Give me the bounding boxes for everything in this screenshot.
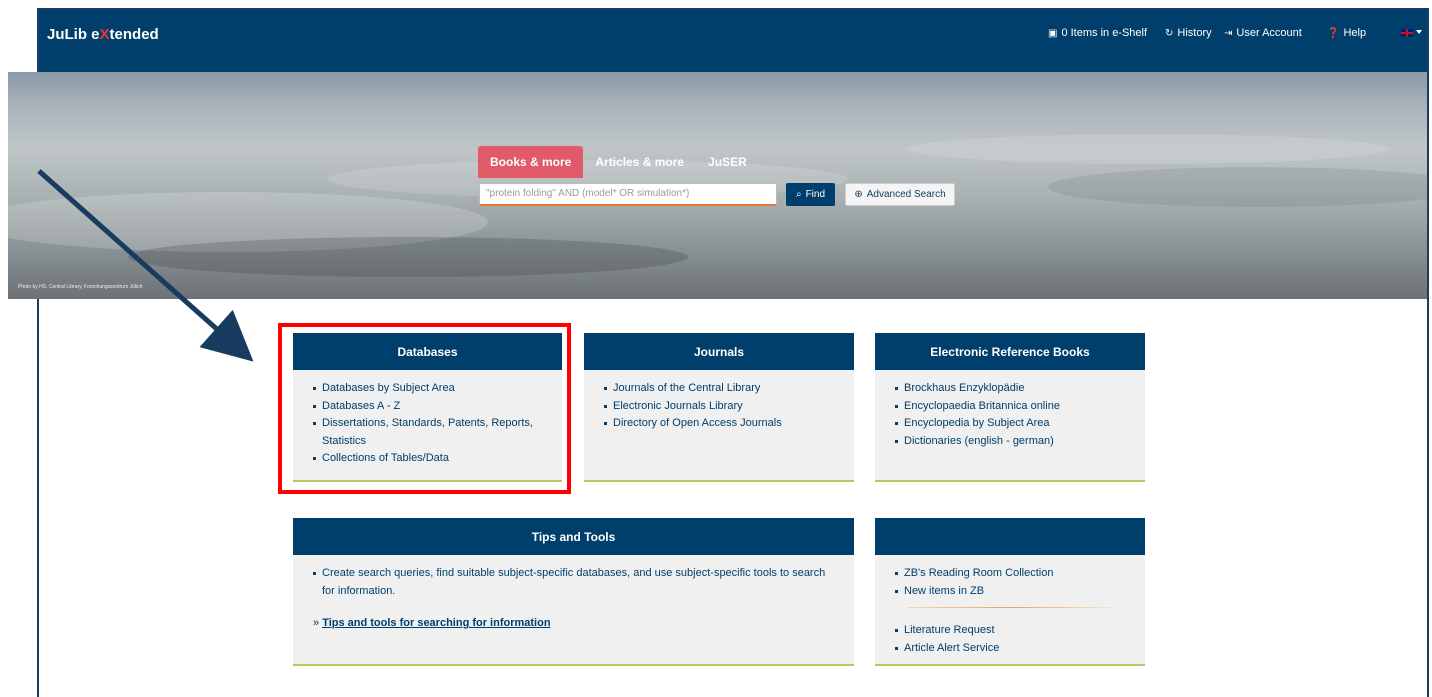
brand-suffix: tended — [109, 26, 159, 43]
help-icon: ❓ — [1327, 27, 1340, 39]
tab-juser[interactable]: JuSER — [696, 146, 759, 178]
find-label: Find — [805, 189, 826, 200]
search-icon: ⌕ — [795, 189, 802, 200]
history-label: History — [1177, 27, 1212, 39]
list-item[interactable]: Journals of the Central Library — [604, 380, 854, 398]
tips-title: Tips and Tools — [293, 518, 854, 555]
brand-x: X — [99, 26, 110, 43]
divider — [907, 607, 1114, 608]
journals-list: Journals of the Central Library Electron… — [584, 370, 854, 433]
list-item[interactable]: Encyclopedia by Subject Area — [895, 415, 1145, 433]
brand-prefix: JuLib e — [47, 26, 100, 43]
journals-card: Journals Journals of the Central Library… — [584, 333, 854, 482]
user-account-label: User Account — [1236, 27, 1302, 39]
help-label: Help — [1343, 27, 1367, 39]
photo-credit: Photo by HS. Central Library, Forschungs… — [18, 284, 143, 290]
advanced-search-button[interactable]: ⊕ Advanced Search — [845, 183, 955, 206]
services-card: ZB's Reading Room Collection New items i… — [875, 518, 1145, 666]
tips-card: Tips and Tools Create search queries, fi… — [293, 518, 854, 666]
history-icon: ↻ — [1165, 27, 1174, 39]
sign-in-icon: ⇥ — [1224, 27, 1233, 39]
help-link[interactable]: ❓ Help — [1327, 27, 1366, 39]
link-prefix: » — [313, 617, 320, 629]
tips-link[interactable]: » Tips and tools for searching for infor… — [313, 617, 551, 629]
tips-list: Create search queries, find suitable sub… — [293, 555, 833, 600]
zoom-icon: ⊕ — [854, 189, 863, 200]
list-item[interactable]: Article Alert Service — [895, 640, 1145, 658]
list-item[interactable]: ZB's Reading Room Collection — [895, 565, 1145, 583]
user-account-link[interactable]: ⇥ User Account — [1224, 27, 1302, 39]
tab-books-more[interactable]: Books & more — [478, 146, 584, 178]
language-caret-icon[interactable] — [1416, 30, 1422, 34]
uk-flag-icon[interactable] — [1401, 29, 1413, 37]
list-item[interactable]: Encyclopaedia Britannica online — [895, 398, 1145, 416]
top-navbar: JuLib eXtended ▣ 0 Items in e-Shelf ↻ Hi… — [39, 10, 1427, 72]
journals-title: Journals — [584, 333, 854, 370]
tab-articles-more[interactable]: Articles & more — [583, 146, 696, 178]
services-title — [875, 518, 1145, 555]
reference-card: Electronic Reference Books Brockhaus Enz… — [875, 333, 1145, 482]
eshelf-link[interactable]: ▣ 0 Items in e-Shelf — [1048, 27, 1147, 39]
list-item: Create search queries, find suitable sub… — [313, 565, 833, 600]
tips-link-label: Tips and tools for searching for informa… — [322, 617, 551, 629]
find-button[interactable]: ⌕ Find — [786, 183, 835, 206]
reference-list: Brockhaus Enzyklopädie Encyclopaedia Bri… — [875, 370, 1145, 450]
page: JuLib eXtended ▣ 0 Items in e-Shelf ↻ Hi… — [0, 0, 1432, 697]
history-link[interactable]: ↻ History — [1165, 27, 1212, 39]
advanced-search-label: Advanced Search — [866, 189, 946, 200]
list-item[interactable]: Literature Request — [895, 622, 1145, 640]
highlight-box — [278, 323, 571, 494]
list-item[interactable]: Dictionaries (english - german) — [895, 433, 1145, 451]
reference-title: Electronic Reference Books — [875, 333, 1145, 370]
search-tabs: Books & more Articles & more JuSER — [478, 146, 759, 178]
list-item[interactable]: New items in ZB — [895, 583, 1145, 601]
list-item[interactable]: Brockhaus Enzyklopädie — [895, 380, 1145, 398]
eshelf-label: 0 Items in e-Shelf — [1061, 27, 1148, 39]
search-input[interactable]: "protein folding" AND (model* OR simulat… — [479, 183, 777, 206]
frame-right — [1427, 8, 1429, 697]
briefcase-icon: ▣ — [1048, 27, 1058, 39]
services-list-bottom: Literature Request Article Alert Service — [875, 600, 1145, 657]
services-list-top: ZB's Reading Room Collection New items i… — [875, 555, 1145, 600]
list-item[interactable]: Electronic Journals Library — [604, 398, 854, 416]
list-item[interactable]: Directory of Open Access Journals — [604, 415, 854, 433]
brand-logo[interactable]: JuLib eXtended — [47, 26, 159, 43]
